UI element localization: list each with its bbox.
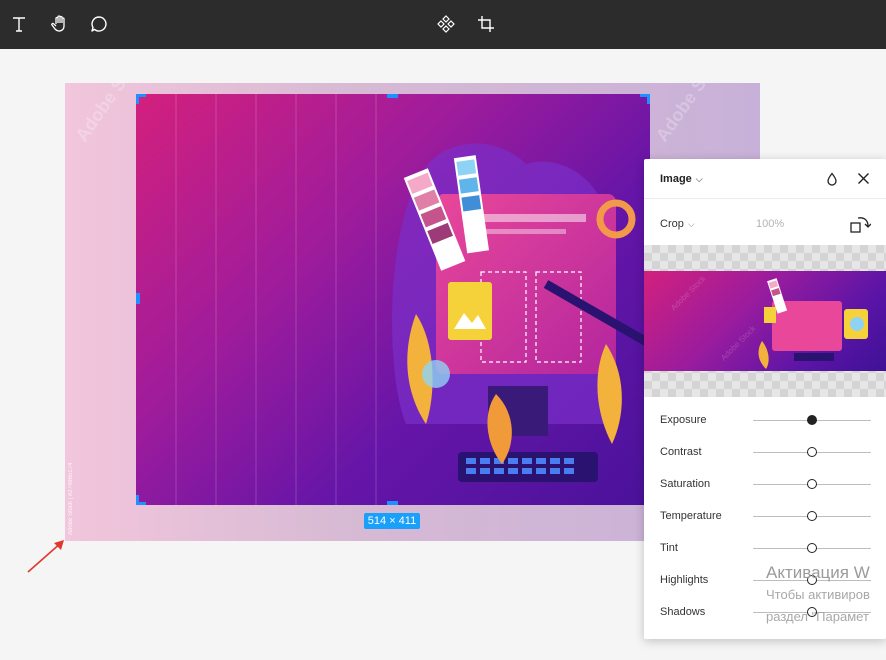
adjustment-label: Exposure [660,414,707,426]
crop-row: Crop ⌵ 100% [644,199,886,245]
adjustment-label: Saturation [660,478,711,490]
drop-icon[interactable] [826,172,838,191]
chevron-down-icon: ⌵ [695,174,703,184]
svg-text:Adobe Stock: Adobe Stock [652,83,732,145]
text-tool-icon[interactable] [7,12,31,36]
rotate-icon[interactable] [849,214,872,239]
crop-handle-bottom[interactable] [387,501,398,505]
crop-handle-top[interactable] [387,94,398,98]
crop-handle-bottom-left-v[interactable] [136,495,139,505]
adjustment-exposure: Exposure [644,404,886,436]
adjustment-saturation: Saturation [644,468,886,500]
adjustment-label: Highlights [660,574,709,586]
stock-watermark-text: Adobe Stock | #274865174 [68,462,74,535]
crop-handle-top-right-v[interactable] [647,94,650,104]
close-icon[interactable] [857,172,870,190]
top-toolbar [0,0,886,49]
panel-title: Image [660,173,692,185]
panel-header: Image ⌵ [644,159,886,199]
crop-handle-left[interactable] [136,293,140,304]
annotation-arrow-icon [27,540,64,573]
crop-mode-dropdown[interactable]: Crop ⌵ [660,218,695,230]
temperature-slider-knob[interactable] [807,511,817,521]
crop-region-image[interactable] [136,94,650,505]
adjustment-tint: Tint [644,532,886,564]
crop-tool-icon[interactable] [474,12,498,36]
contrast-slider-knob[interactable] [807,447,817,457]
exposure-slider-knob[interactable] [807,415,817,425]
zoom-value: 100% [756,218,785,230]
svg-text:Adobe Stock: Adobe Stock [669,273,708,312]
os-activation-line2: Чтобы активиров [766,587,870,602]
selection-size-badge: 514 × 411 [364,513,420,529]
adjustment-label: Temperature [660,510,722,522]
svg-text:Adobe Stock: Adobe Stock [719,323,758,362]
component-tool-icon[interactable] [434,12,458,36]
image-preview-thumbnail: Adobe Stock Adobe Stock [644,271,886,371]
chevron-down-icon: ⌵ [687,219,695,229]
image-preview: Adobe Stock Adobe Stock [644,245,886,397]
crop-handle-top-left-v[interactable] [136,94,139,104]
saturation-slider-knob[interactable] [807,479,817,489]
os-activation-title: Активация W [766,563,870,582]
hand-tool-icon[interactable] [48,12,72,36]
tint-slider-knob[interactable] [807,543,817,553]
adjustment-label: Shadows [660,606,706,618]
comment-tool-icon[interactable] [87,12,111,36]
adjustment-label: Contrast [660,446,702,458]
panel-title-dropdown[interactable]: Image ⌵ [660,173,703,185]
illustration [175,94,650,505]
adjustment-temperature: Temperature [644,500,886,532]
crop-label: Crop [660,218,684,230]
os-activation-line3: раздел "Парамет [766,609,869,624]
adjustment-label: Tint [660,542,678,554]
adjustment-contrast: Contrast [644,436,886,468]
